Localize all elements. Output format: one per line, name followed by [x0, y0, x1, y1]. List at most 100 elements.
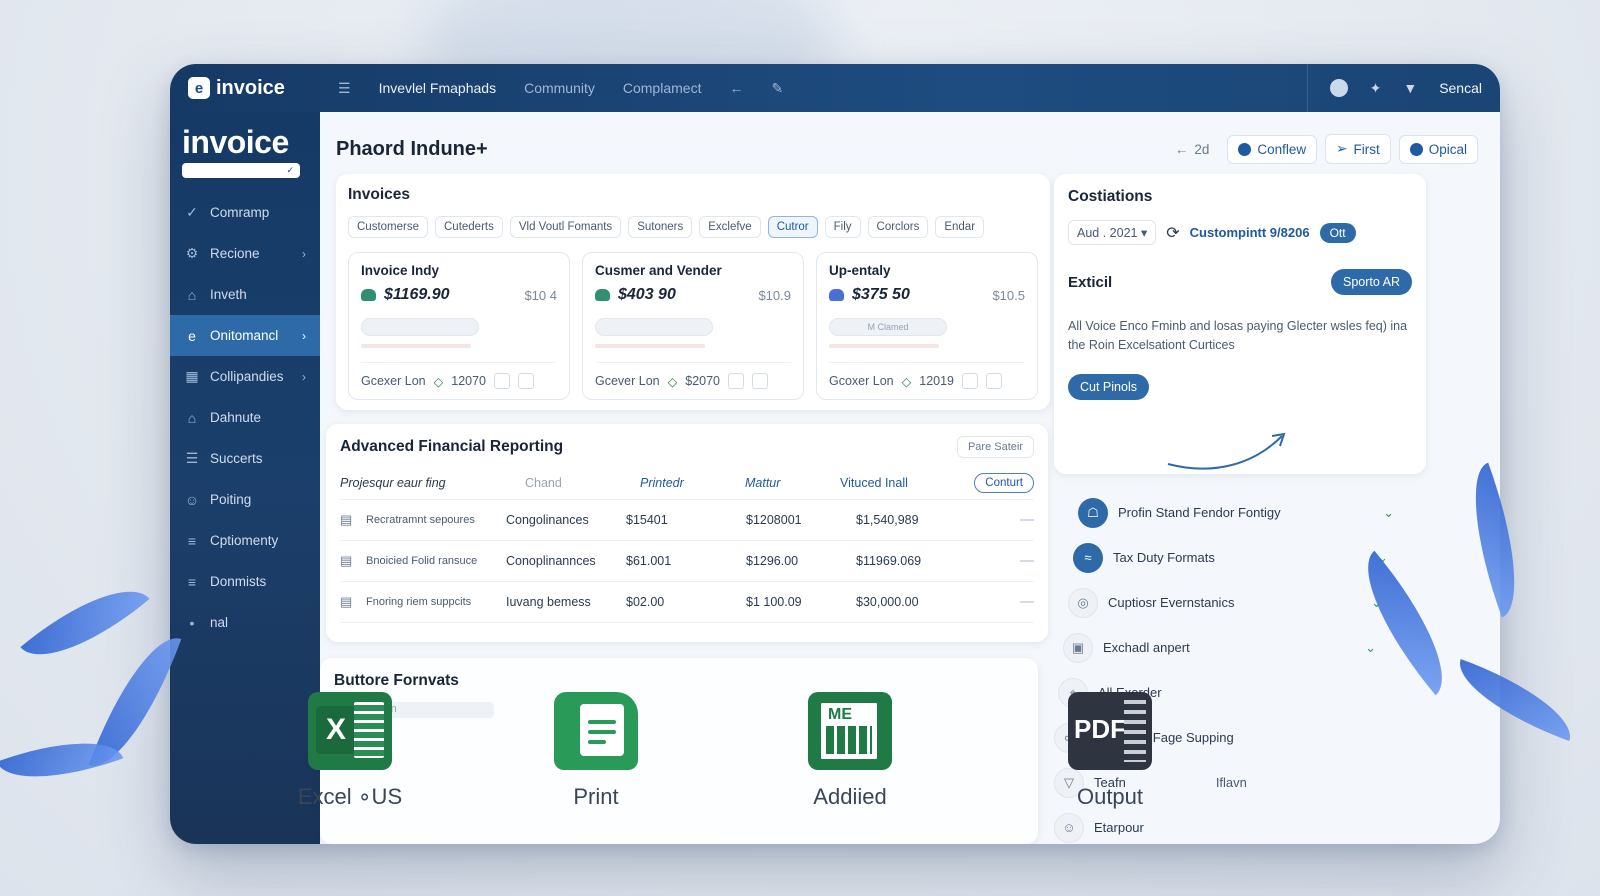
reporting-toggle[interactable]: Pare Sateir [956, 436, 1034, 458]
first-button[interactable]: ➢ First [1325, 134, 1391, 164]
group-icon: ▤ [340, 594, 353, 609]
row-menu-icon[interactable] [1020, 601, 1034, 603]
copy-icon[interactable] [494, 373, 511, 389]
chevron-right-icon: › [302, 369, 306, 384]
invoices-card: Invoices Customerse Cutederts Vld Voutl Fo… [336, 174, 1050, 410]
sidebar-item-4[interactable]: ▦ Collipandies › [170, 356, 320, 397]
invoice-summary-card[interactable]: Invoice Indy $1169.90 $10 4 Gcexer Lon ◇… [348, 252, 570, 400]
person-icon [1238, 142, 1252, 156]
pin-icon: ➢ [1336, 141, 1348, 156]
table-row[interactable]: ▤ Bnoicied Folid ransuce Conoplinannces … [340, 541, 1034, 582]
sidebar-item-8[interactable]: ≡ Cptiomenty [170, 520, 320, 561]
nav-home-icon[interactable]: ☰ [338, 80, 351, 97]
check-icon: ✓ [186, 204, 198, 220]
filter-chip[interactable]: Endar [935, 216, 985, 238]
feature-label: Tax Duty Formats [1113, 550, 1215, 565]
grid-icon: ▦ [185, 368, 199, 384]
filter-chip[interactable]: Sutoners [628, 216, 693, 238]
top-right-label[interactable]: Sencal [1439, 80, 1482, 96]
filter-chip[interactable]: Exclefve [699, 216, 761, 238]
custom-link[interactable]: Custompintt 9/8206 [1190, 225, 1310, 240]
col-mattur[interactable]: Mattur [745, 476, 840, 490]
feature-item[interactable]: ☖ Profin Stand Fendor Fontigy ⌄ [1054, 490, 1444, 535]
copy-icon[interactable] [962, 373, 979, 389]
toggle-switch[interactable]: Ott [1319, 222, 1356, 243]
filter-chip[interactable]: Cutror [767, 216, 818, 238]
footer-label: Gcexer Lon [361, 374, 426, 388]
back-button[interactable]: ← 2d [1165, 136, 1220, 163]
settings-row: Aud . 2021 ▾ ⟳ Custompintt 9/8206 Ott [1068, 220, 1412, 245]
col-vituced[interactable]: Vituced Inall [840, 476, 970, 490]
contact-button[interactable]: Conturt [974, 472, 1034, 493]
sidebar-item-7[interactable]: ☺ Poiting [170, 479, 320, 520]
row-menu-icon[interactable] [1020, 519, 1034, 521]
excel-format[interactable]: X Excel ∘US [270, 692, 430, 810]
copy-icon[interactable] [728, 373, 745, 389]
brand-name: invoice [216, 76, 285, 99]
filter-chip[interactable]: Customerse [348, 216, 428, 238]
back-arrow-icon[interactable]: ← [729, 80, 743, 96]
export-ar-button[interactable]: Sporto AR [1331, 269, 1412, 295]
sidebar-item-label: Donmists [210, 574, 267, 589]
sidebar-item-5[interactable]: ⌂ Dahnute [170, 397, 320, 438]
doc-icon: ☰ [185, 450, 199, 466]
moon-icon[interactable] [1329, 79, 1348, 97]
invoice-summary-card[interactable]: Up-entaly $375 50 $10.5 M Clamed Gcoxer … [816, 252, 1038, 400]
download-icon[interactable] [986, 373, 1003, 389]
chevron-down-icon[interactable]: ⌄ [1383, 505, 1394, 521]
sidebar-item-2[interactable]: ⌂ Inveth [170, 274, 320, 315]
progress-hint [829, 344, 939, 348]
col-printed[interactable]: Printedr [640, 476, 745, 490]
nav-item-1[interactable]: Invevlel Fmaphads [379, 80, 497, 96]
confirm-button[interactable]: Conflew [1227, 134, 1318, 164]
sidebar-item-label: Inveth [210, 287, 247, 302]
status-pill: M Clamed [829, 318, 947, 336]
footer-label: Gcoxer Lon [829, 374, 894, 388]
sidebar-item-10[interactable]: • nal [170, 602, 320, 643]
chevron-down-icon[interactable]: ⌄ [1365, 640, 1376, 656]
sidebar-item-9[interactable]: ≡ Donmists [170, 561, 320, 602]
added-format[interactable]: ME Addiied [770, 692, 930, 810]
invoice-summary-card[interactable]: Cusmer and Vender $403 90 $10.9 Gcever L… [582, 252, 804, 400]
sidebar-logo-badge: ✓ [182, 163, 300, 178]
optical-button[interactable]: Opical [1398, 134, 1478, 164]
print-format[interactable]: Print [516, 692, 676, 810]
table-row[interactable]: ▤ Recratramnt sepoures Congolinances $15… [340, 500, 1034, 541]
filter-chip[interactable]: Vld Voutl Fomants [509, 216, 622, 238]
nav-item-3[interactable]: Complamect [623, 80, 702, 96]
tools-icon[interactable]: ✦ [1370, 80, 1382, 97]
header-actions: ← 2d Conflew ➢ First Opical [1165, 134, 1478, 164]
reporting-card: Advanced Financial Reporting Pare Sateir… [326, 424, 1048, 642]
spreadsheet-doc-icon: ME [808, 692, 892, 770]
row-menu-icon[interactable] [1020, 560, 1034, 562]
date-select[interactable]: Aud . 2021 ▾ [1068, 220, 1157, 245]
person-icon: ☺ [184, 491, 200, 508]
nav-item-community[interactable]: Community [524, 80, 595, 96]
col-chand[interactable]: Chand [525, 476, 640, 490]
optical-label: Opical [1428, 141, 1467, 157]
settings-title: Costiations [1068, 188, 1153, 205]
filter-chip[interactable]: Cutederts [435, 216, 503, 238]
arrow-left-icon: ← [1174, 141, 1189, 157]
download-icon[interactable] [518, 373, 535, 389]
table-row[interactable]: ▤ Fnoring riem suppcits Iuvang bemess $0… [340, 582, 1034, 623]
diamond-icon: ◇ [433, 374, 444, 389]
col-project[interactable]: Projesqur eaur fing [340, 476, 525, 490]
cut-pinols-button[interactable]: Cut Pinols [1068, 373, 1149, 400]
download-icon[interactable] [752, 373, 769, 389]
sidebar-item-6[interactable]: ☰ Succerts [170, 438, 320, 479]
sidebar-item-1[interactable]: ⚙ Recione › [170, 233, 320, 274]
sidebar-item-3[interactable]: e Onitomancl › [170, 315, 320, 356]
feature-item[interactable]: ▣ Exchadl anpert ⌄ [1054, 625, 1444, 670]
filter-chip[interactable]: Fily [824, 216, 861, 238]
sidebar-item-0[interactable]: ✓ Comramp [170, 192, 320, 233]
progress-hint [595, 344, 705, 348]
brand[interactable]: e invoice [188, 77, 338, 100]
progress-hint [361, 344, 471, 348]
pdf-format[interactable]: PDF Output [1030, 692, 1190, 810]
sidebar-item-label: Dahnute [210, 410, 262, 425]
doc-icon: ▤ [340, 512, 353, 527]
filter-chip[interactable]: Corclors [867, 216, 929, 238]
edit-icon[interactable]: ✎ [771, 80, 783, 97]
refresh-icon[interactable]: ⟳ [1166, 223, 1179, 243]
